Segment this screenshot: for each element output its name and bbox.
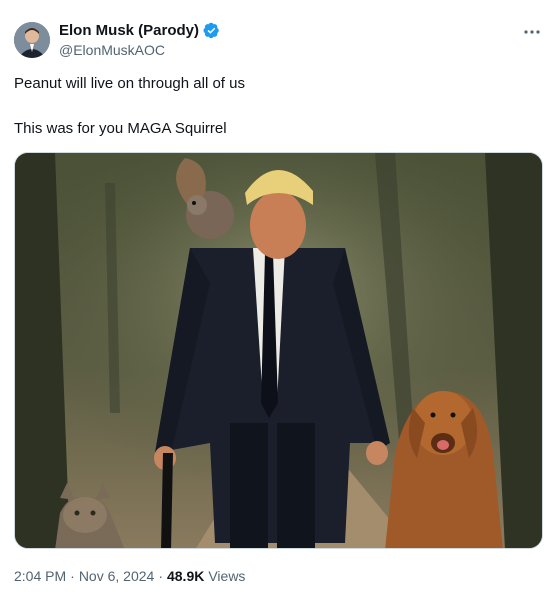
author-name-row: Elon Musk (Parody) xyxy=(59,22,220,39)
verified-badge-icon xyxy=(203,22,219,39)
tweet-meta: 2:04 PM · Nov 6, 2024 · 48.9K Views xyxy=(14,568,245,584)
tweet-text-line-1: Peanut will live on through all of us xyxy=(14,75,245,92)
views-count: 48.9K xyxy=(166,568,205,584)
tweet-text-line-2: This was for you MAGA Squirrel xyxy=(14,120,227,137)
more-dots-icon[interactable] xyxy=(522,22,542,42)
views-label: Views xyxy=(208,568,246,584)
tweet-date[interactable]: Nov 6, 2024 xyxy=(79,568,155,584)
media-illustration xyxy=(15,153,542,548)
avatar[interactable] xyxy=(14,22,50,58)
tweet-card: Elon Musk (Parody) @ElonMuskAOC Peanut w… xyxy=(0,0,558,597)
tweet-time[interactable]: 2:04 PM xyxy=(14,568,66,584)
author-display-name[interactable]: Elon Musk (Parody) xyxy=(59,22,199,39)
meta-separator: · xyxy=(158,568,163,584)
avatar-image xyxy=(14,22,50,58)
tweet-media-image[interactable] xyxy=(14,152,543,549)
author-handle[interactable]: @ElonMuskAOC xyxy=(59,42,165,58)
meta-separator: · xyxy=(70,568,75,584)
